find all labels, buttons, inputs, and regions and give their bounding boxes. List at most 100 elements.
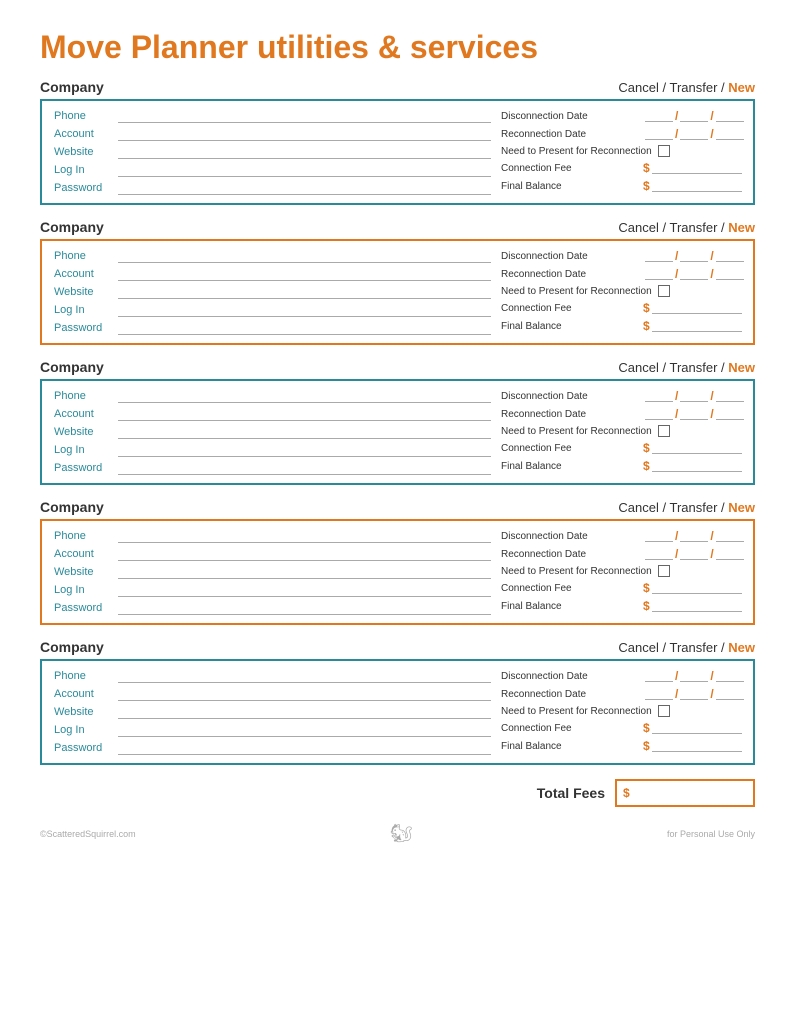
website-input-3[interactable]: [118, 425, 491, 439]
password-input-4[interactable]: [118, 601, 491, 615]
total-fees-label: Total Fees: [537, 785, 605, 801]
final-balance-input-1[interactable]: [652, 180, 742, 192]
login-label-1: Log In: [54, 164, 114, 176]
login-input-5[interactable]: [118, 723, 491, 737]
form-box-4: Phone Account Website Log In Password Di…: [40, 519, 755, 625]
left-col-2: Phone Account Website Log In Password: [54, 249, 491, 335]
account-input-5[interactable]: [118, 687, 491, 701]
need-present-row-1: Need to Present for Reconnection: [501, 145, 741, 157]
final-balance-input-5[interactable]: [652, 740, 742, 752]
phone-label-1: Phone: [54, 110, 114, 122]
disc-year-5[interactable]: [716, 670, 744, 682]
phone-input-4[interactable]: [118, 529, 491, 543]
right-col-3: Disconnection Date// Reconnection Date//…: [501, 389, 741, 475]
phone-input-5[interactable]: [118, 669, 491, 683]
final-balance-input-3[interactable]: [652, 460, 742, 472]
recon-year-4[interactable]: [716, 548, 744, 560]
connection-fee-input-4[interactable]: [652, 582, 742, 594]
website-input-2[interactable]: [118, 285, 491, 299]
disc-day-4[interactable]: [680, 530, 708, 542]
company-label-4: Company: [40, 499, 104, 515]
disc-month-2[interactable]: [645, 250, 673, 262]
disc-year-4[interactable]: [716, 530, 744, 542]
recon-day-4[interactable]: [680, 548, 708, 560]
password-input-2[interactable]: [118, 321, 491, 335]
disc-day-5[interactable]: [680, 670, 708, 682]
account-input-4[interactable]: [118, 547, 491, 561]
login-input-2[interactable]: [118, 303, 491, 317]
disc-month-1[interactable]: [645, 110, 673, 122]
account-input-2[interactable]: [118, 267, 491, 281]
disc-day-2[interactable]: [680, 250, 708, 262]
need-present-checkbox-1[interactable]: [658, 145, 670, 157]
disc-year-3[interactable]: [716, 390, 744, 402]
connection-fee-label-1: Connection Fee: [501, 163, 641, 174]
company-label-3: Company: [40, 359, 104, 375]
password-row-1: Password: [54, 181, 491, 195]
website-input-1[interactable]: [118, 145, 491, 159]
section-5: Company Cancel / Transfer / New Phone Ac…: [40, 639, 755, 765]
recon-year-2[interactable]: [716, 268, 744, 280]
website-input-5[interactable]: [118, 705, 491, 719]
left-col-4: Phone Account Website Log In Password: [54, 529, 491, 615]
need-present-checkbox-4[interactable]: [658, 565, 670, 577]
total-fees-input[interactable]: [634, 787, 747, 799]
need-present-checkbox-5[interactable]: [658, 705, 670, 717]
disc-month-5[interactable]: [645, 670, 673, 682]
recon-year-5[interactable]: [716, 688, 744, 700]
connection-fee-input-1[interactable]: [652, 162, 742, 174]
phone-input-1[interactable]: [118, 109, 491, 123]
disc-year-1[interactable]: [716, 110, 744, 122]
login-input-3[interactable]: [118, 443, 491, 457]
recon-year-3[interactable]: [716, 408, 744, 420]
login-row-1: Log In: [54, 163, 491, 177]
connection-fee-row-1: Connection Fee $: [501, 161, 741, 175]
account-input-3[interactable]: [118, 407, 491, 421]
section-1-header: Company Cancel / Transfer / New: [40, 79, 755, 95]
disc-year-2[interactable]: [716, 250, 744, 262]
need-present-checkbox-2[interactable]: [658, 285, 670, 297]
disc-month-4[interactable]: [645, 530, 673, 542]
new-label-1: New: [728, 80, 755, 95]
recon-day-2[interactable]: [680, 268, 708, 280]
password-input-5[interactable]: [118, 741, 491, 755]
left-col-1: Phone Account Website Log In Password: [54, 109, 491, 195]
password-input-3[interactable]: [118, 461, 491, 475]
recon-day-1[interactable]: [680, 128, 708, 140]
final-balance-input-2[interactable]: [652, 320, 742, 332]
recon-month-1[interactable]: [645, 128, 673, 140]
right-col-5: Disconnection Date// Reconnection Date//…: [501, 669, 741, 755]
connection-fee-input-5[interactable]: [652, 722, 742, 734]
form-box-1: Phone Account Website Log In Password: [40, 99, 755, 205]
page-title: Move Planner utilities & services: [40, 30, 755, 65]
recon-month-3[interactable]: [645, 408, 673, 420]
left-col-3: Phone Account Website Log In Password: [54, 389, 491, 475]
disc-date-label-1: Disconnection Date: [501, 111, 641, 122]
phone-input-3[interactable]: [118, 389, 491, 403]
password-input-1[interactable]: [118, 181, 491, 195]
recon-day-3[interactable]: [680, 408, 708, 420]
section-3: Company Cancel / Transfer / New Phone Ac…: [40, 359, 755, 485]
connection-fee-input-3[interactable]: [652, 442, 742, 454]
recon-day-5[interactable]: [680, 688, 708, 700]
login-input-1[interactable]: [118, 163, 491, 177]
final-balance-input-4[interactable]: [652, 600, 742, 612]
account-input-1[interactable]: [118, 127, 491, 141]
website-input-4[interactable]: [118, 565, 491, 579]
login-input-4[interactable]: [118, 583, 491, 597]
phone-input-2[interactable]: [118, 249, 491, 263]
recon-month-4[interactable]: [645, 548, 673, 560]
total-fees-section: Total Fees $: [40, 779, 755, 807]
recon-year-1[interactable]: [716, 128, 744, 140]
disc-day-1[interactable]: [680, 110, 708, 122]
form-box-3: Phone Account Website Log In Password Di…: [40, 379, 755, 485]
disc-day-3[interactable]: [680, 390, 708, 402]
recon-month-5[interactable]: [645, 688, 673, 700]
section-2-header: Company Cancel / Transfer / New: [40, 219, 755, 235]
cancel-transfer-new-1: Cancel / Transfer / New: [618, 80, 755, 95]
cancel-transfer-new-4: Cancel / Transfer / New: [618, 500, 755, 515]
recon-month-2[interactable]: [645, 268, 673, 280]
need-present-checkbox-3[interactable]: [658, 425, 670, 437]
disc-month-3[interactable]: [645, 390, 673, 402]
connection-fee-input-2[interactable]: [652, 302, 742, 314]
